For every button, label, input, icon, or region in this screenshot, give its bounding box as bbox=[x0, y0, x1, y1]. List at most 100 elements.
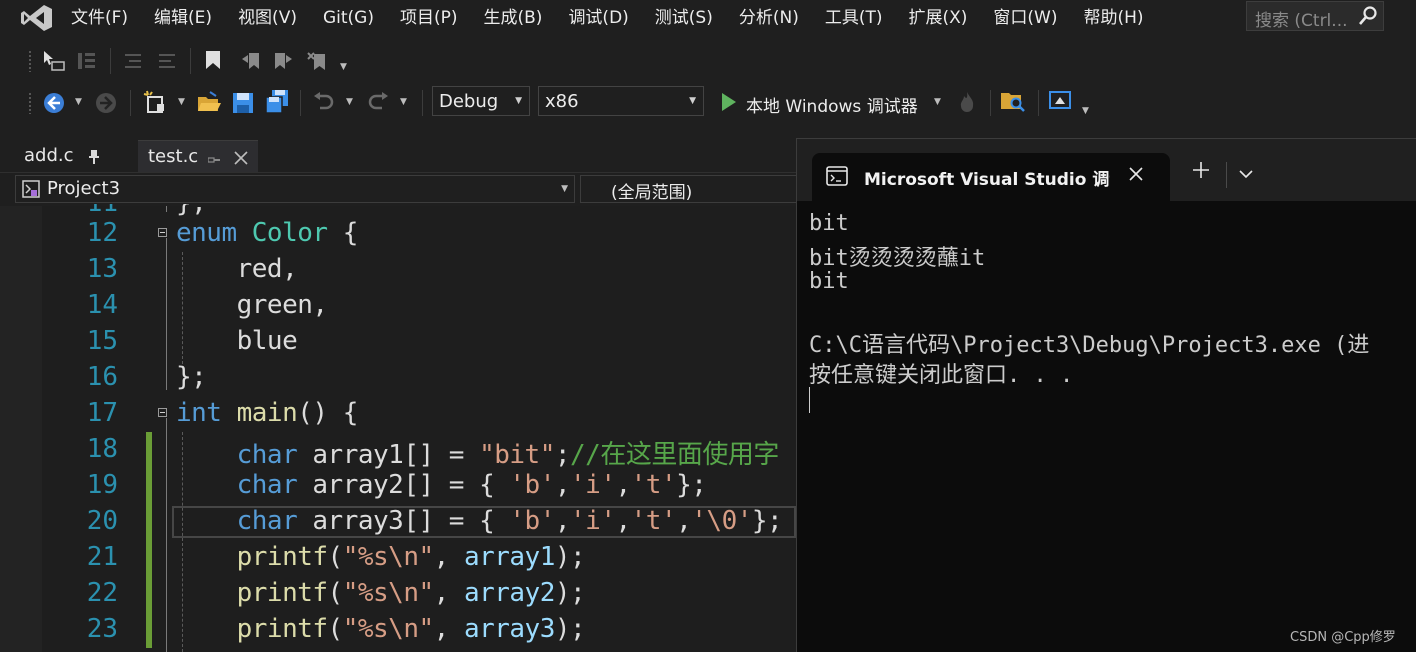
close-icon bbox=[1129, 167, 1143, 181]
code-line: int main() { bbox=[176, 398, 358, 428]
collapse-icon[interactable] bbox=[158, 228, 167, 237]
chevron-down-icon: ▼ bbox=[561, 184, 568, 194]
save-icon[interactable] bbox=[231, 91, 255, 119]
live-share-icon[interactable] bbox=[1048, 90, 1072, 116]
editor-margin bbox=[0, 206, 42, 652]
debug-console-window[interactable] bbox=[796, 138, 1416, 652]
new-project-icon[interactable] bbox=[143, 90, 167, 118]
code-line: char array1[] = "bit";//在这里面使用字 bbox=[236, 440, 780, 470]
toolbar-separator bbox=[990, 90, 991, 116]
debug-target-dropdown-icon[interactable]: ▼ bbox=[934, 97, 941, 107]
toolbar-separator bbox=[190, 48, 191, 74]
navigate-back-icon[interactable] bbox=[42, 91, 66, 119]
toolbar-separator bbox=[130, 90, 131, 116]
solution-platform-value: x86 bbox=[545, 91, 579, 112]
toolbar-text-editor: ▼ bbox=[0, 38, 1416, 82]
redo-dropdown-icon[interactable]: ▼ bbox=[400, 97, 407, 107]
menu-analyze[interactable]: 分析(N) bbox=[726, 0, 812, 38]
tab-dropdown-button[interactable] bbox=[1238, 164, 1254, 188]
open-folder-icon[interactable] bbox=[196, 91, 222, 119]
line-number: 17 bbox=[86, 398, 118, 428]
project-dropdown[interactable]: Project3 ▼ bbox=[15, 175, 575, 203]
scope-name: (全局范围) bbox=[611, 183, 693, 203]
tab-label: test.c bbox=[148, 146, 199, 167]
menu-extensions[interactable]: 扩展(X) bbox=[896, 0, 981, 38]
line-number: 20 bbox=[86, 506, 118, 536]
line-number: 22 bbox=[86, 578, 118, 608]
changed-lines-indicator bbox=[146, 432, 152, 648]
hot-reload-icon[interactable] bbox=[956, 90, 978, 118]
menu-tools[interactable]: 工具(T) bbox=[812, 0, 896, 38]
tab-add-c[interactable]: add.c bbox=[14, 140, 120, 172]
collapse-icon[interactable] bbox=[158, 408, 167, 417]
new-tab-button[interactable] bbox=[1190, 158, 1212, 188]
next-bookmark-icon[interactable] bbox=[272, 50, 294, 76]
menu-build[interactable]: 生成(B) bbox=[471, 0, 556, 38]
code-line: enum Color { bbox=[176, 218, 358, 248]
console-output-line: bit烫烫烫烫蘸it bbox=[809, 246, 986, 271]
search-icon bbox=[1357, 5, 1379, 31]
plus-icon bbox=[1193, 162, 1209, 178]
pin-icon[interactable] bbox=[207, 151, 220, 170]
uncomment-lines-icon[interactable] bbox=[156, 50, 178, 76]
console-output-line: bit bbox=[809, 211, 849, 236]
bookmark-icon[interactable] bbox=[202, 49, 224, 75]
menu-edit[interactable]: 编辑(E) bbox=[141, 0, 225, 38]
unindent-icon[interactable] bbox=[76, 50, 98, 76]
code-line: green, bbox=[236, 290, 328, 320]
code-line: }; bbox=[176, 362, 207, 392]
menu-debug[interactable]: 调试(D) bbox=[555, 0, 641, 38]
project-name: Project3 bbox=[47, 178, 121, 199]
toolbar-standard: ▼ ▼ ▼ ▼ bbox=[0, 82, 1416, 124]
menu-file[interactable]: 文件(F) bbox=[58, 0, 141, 38]
code-line: blue bbox=[236, 326, 298, 356]
menu-git[interactable]: Git(G) bbox=[310, 0, 387, 38]
menu-view[interactable]: 视图(V) bbox=[225, 0, 310, 38]
solution-configuration-select[interactable]: Debug ▼ bbox=[432, 86, 530, 116]
menu-window[interactable]: 窗口(W) bbox=[980, 0, 1070, 38]
toolbar-grip[interactable] bbox=[28, 92, 32, 114]
save-all-icon[interactable] bbox=[264, 89, 290, 119]
redo-icon[interactable] bbox=[366, 91, 390, 117]
menu-project[interactable]: 项目(P) bbox=[387, 0, 471, 38]
back-dropdown-icon[interactable]: ▼ bbox=[75, 97, 82, 107]
undo-icon[interactable] bbox=[312, 91, 336, 117]
line-number: 15 bbox=[86, 326, 118, 356]
chevron-down-icon: ▼ bbox=[515, 96, 522, 106]
toolbar-grip[interactable] bbox=[28, 50, 32, 72]
undo-dropdown-icon[interactable]: ▼ bbox=[346, 97, 353, 107]
start-debugging-button[interactable]: 本地 Windows 调试器 bbox=[746, 92, 918, 117]
close-tab-button[interactable] bbox=[1128, 163, 1144, 187]
menu-test[interactable]: 测试(S) bbox=[642, 0, 726, 38]
scope-dropdown[interactable]: (全局范围) bbox=[580, 175, 796, 203]
find-in-files-icon[interactable] bbox=[1000, 89, 1026, 117]
comment-lines-icon[interactable] bbox=[122, 50, 144, 76]
outline-line bbox=[166, 206, 167, 212]
pin-icon[interactable] bbox=[88, 149, 100, 168]
line-number: 12 bbox=[86, 218, 118, 248]
solution-platform-select[interactable]: x86 ▼ bbox=[538, 86, 704, 116]
tab-test-c[interactable]: test.c bbox=[138, 140, 258, 172]
menu-help[interactable]: 帮助(H) bbox=[1071, 0, 1157, 38]
text-cursor bbox=[809, 387, 810, 413]
outline-line bbox=[166, 418, 167, 652]
line-number: 21 bbox=[86, 542, 118, 572]
clear-bookmarks-icon[interactable] bbox=[306, 50, 328, 76]
tab-label: add.c bbox=[24, 145, 74, 166]
search-input[interactable]: 搜索 (Ctrl... bbox=[1246, 1, 1384, 31]
line-number: 18 bbox=[86, 434, 118, 464]
toolbar-separator bbox=[300, 90, 301, 116]
chevron-down-icon bbox=[1239, 170, 1253, 179]
toolbar-overflow-icon[interactable]: ▼ bbox=[1082, 106, 1089, 116]
new-dropdown-icon[interactable]: ▼ bbox=[178, 97, 185, 107]
close-icon[interactable] bbox=[234, 150, 248, 169]
console-output-line: bit bbox=[809, 269, 849, 294]
code-line: red, bbox=[236, 254, 298, 284]
visual-studio-logo-icon bbox=[20, 4, 54, 31]
start-debugging-icon[interactable] bbox=[719, 91, 739, 117]
navigate-forward-icon[interactable] bbox=[94, 91, 118, 119]
toolbar-overflow-icon[interactable]: ▼ bbox=[340, 62, 347, 72]
select-cursor-icon[interactable] bbox=[42, 50, 66, 76]
line-number: 19 bbox=[86, 470, 118, 500]
previous-bookmark-icon[interactable] bbox=[240, 50, 262, 76]
